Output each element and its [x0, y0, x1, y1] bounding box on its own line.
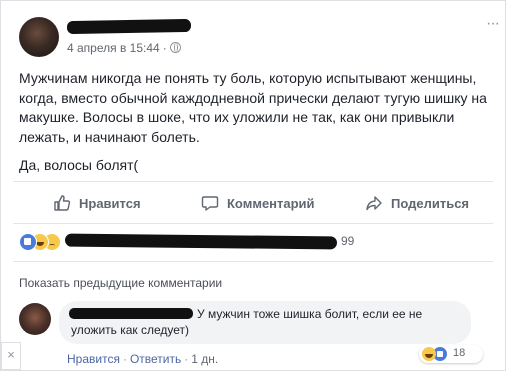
comment-time[interactable]: 1 дн. [191, 352, 218, 366]
share-arrow-icon [366, 196, 382, 211]
like-reaction-icon [19, 233, 37, 251]
divider [13, 223, 493, 224]
post-paragraph: Да, волосы болят( [19, 157, 139, 173]
thumbs-up-icon [54, 195, 71, 211]
post-card: 4 апреля в 15:44 · ··· Мужчинам никогда н… [0, 0, 506, 371]
reactors-names-redacted [64, 233, 338, 250]
commenter-avatar[interactable] [19, 303, 51, 335]
comment-text: У мужчин тоже шишка болит, если ее не ул… [71, 307, 423, 337]
comment-actions: Нравится · Ответить · 1 дн. [67, 352, 218, 366]
show-previous-comments-link[interactable]: Показать предыдущие комментарии [19, 276, 222, 290]
post-timestamp[interactable]: 4 апреля в 15:44 [67, 41, 160, 55]
author-avatar[interactable] [19, 17, 59, 57]
post-action-bar: Нравится Комментарий Поделиться [13, 187, 493, 219]
separator: · [122, 352, 127, 366]
post-paragraph: Мужчинам никогда не понять ту боль, кото… [19, 70, 487, 145]
author-name-redacted[interactable] [66, 18, 192, 35]
comment-reaction-count: 18 [453, 347, 466, 359]
globe-icon[interactable] [169, 42, 181, 53]
comment-reply-link[interactable]: Ответить [130, 352, 181, 366]
divider [13, 261, 493, 262]
comment-label: Комментарий [227, 195, 315, 211]
reactions-summary[interactable]: 99 [19, 231, 489, 251]
comment-reactions[interactable]: 18 [419, 345, 483, 363]
comment-bubble: У мужчин тоже шишка болит, если ее не ул… [59, 301, 471, 344]
post-body: Мужчинам никогда не понять ту боль, кото… [19, 69, 495, 176]
close-icon[interactable]: × [1, 342, 21, 370]
divider [13, 181, 493, 182]
speech-bubble-icon [201, 196, 219, 211]
separator: · [184, 352, 189, 366]
comment-item: У мужчин тоже шишка болит, если ее не ул… [19, 301, 499, 371]
post-meta: 4 апреля в 15:44 · [67, 41, 181, 55]
share-label: Поделиться [391, 195, 470, 211]
comment-like-link[interactable]: Нравится [67, 352, 120, 366]
comment-button[interactable]: Комментарий [201, 187, 315, 219]
more-options-icon[interactable]: ··· [486, 15, 500, 33]
post-header: 4 апреля в 15:44 · ··· [19, 15, 500, 61]
haha-reaction-icon [422, 347, 436, 361]
like-label: Нравится [79, 195, 141, 211]
share-button[interactable]: Поделиться [365, 187, 469, 219]
reaction-count: 99 [341, 234, 355, 248]
like-button[interactable]: Нравится [53, 187, 141, 219]
